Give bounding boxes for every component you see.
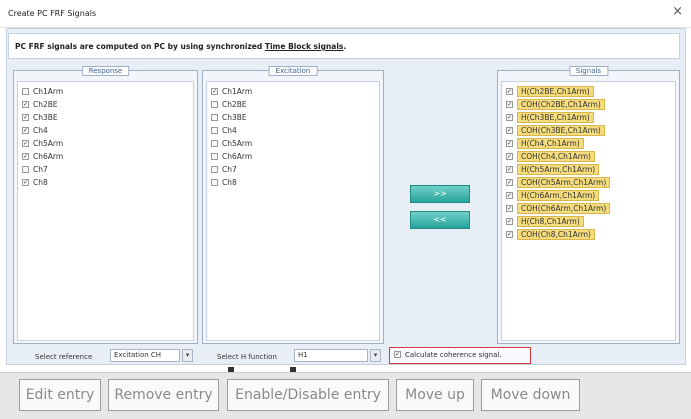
checkbox-checked[interactable]: ✓ [506,218,513,225]
checkbox-unchecked[interactable] [211,114,218,121]
remove-signals-button[interactable]: << [410,211,470,229]
info-text-post: . [343,42,347,51]
remove-entry-button[interactable]: Remove entry [108,379,219,411]
checkbox-checked[interactable]: ✓ [22,127,29,134]
list-item[interactable]: ✓ Ch6Arm [22,151,63,162]
checkbox-checked[interactable]: ✓ [211,88,218,95]
move-down-button[interactable]: Move down [481,379,580,411]
checkbox-unchecked[interactable] [211,127,218,134]
list-item[interactable]: ✓ Ch4 [22,125,48,136]
list-item[interactable]: ✓ Ch1Arm [211,86,252,97]
list-item[interactable]: ✓ COH(Ch6Arm,Ch1Arm) [506,203,611,214]
checkbox-unchecked[interactable] [22,166,29,173]
close-icon[interactable]: × [672,5,683,19]
signals-legend: Signals [568,66,609,76]
checkbox-checked[interactable]: ✓ [506,88,513,95]
list-item[interactable]: Ch2BE [211,99,247,110]
list-item[interactable]: Ch7 [22,164,48,175]
add-signals-button[interactable]: >> [410,185,470,203]
signals-list[interactable]: ✓ H(Ch2BE,Ch1Arm) ✓ COH(Ch2BE,Ch1Arm) ✓ H(C… [501,81,676,341]
time-block-link[interactable]: Time Block signals [265,42,344,51]
list-item[interactable]: ✓ H(Ch4,Ch1Arm) [506,138,584,149]
list-item[interactable]: ✓ COH(Ch5Arm,Ch1Arm) [506,177,611,188]
checkbox-unchecked[interactable] [211,140,218,147]
h-function-label: Select H function [217,353,277,361]
title-bar: Create PC FRF Signals × [0,0,691,28]
list-item[interactable]: ✓ H(Ch5Arm,Ch1Arm) [506,164,600,175]
excitation-legend: Excitation [268,66,318,76]
info-text-pre: PC FRF signals are computed on PC by usi… [15,42,265,51]
window-title: Create PC FRF Signals [8,9,97,18]
checkbox-checked[interactable]: ✓ [506,231,513,238]
bottom-toolbar: Edit entry Remove entry Enable/Disable e… [0,372,691,419]
checkbox-unchecked[interactable] [22,88,29,95]
excitation-group: Excitation ✓ Ch1Arm Ch2BE Ch3BE Ch4 Ch5Ar… [202,66,384,344]
checkbox-checked[interactable]: ✓ [22,114,29,121]
checkbox-checked[interactable]: ✓ [506,192,513,199]
checkbox-checked[interactable]: ✓ [22,153,29,160]
list-item[interactable]: Ch5Arm [211,138,252,149]
edit-entry-button[interactable]: Edit entry [19,379,101,411]
list-item[interactable]: Ch6Arm [211,151,252,162]
list-item[interactable]: ✓ COH(Ch2BE,Ch1Arm) [506,99,605,110]
reference-label: Select reference [35,353,93,361]
checkbox-checked[interactable]: ✓ [506,153,513,160]
list-item[interactable]: ✓ Ch5Arm [22,138,63,149]
list-item[interactable]: Ch4 [211,125,237,136]
list-item[interactable]: Ch3BE [211,112,247,123]
list-item[interactable]: Ch7 [211,164,237,175]
list-item[interactable]: ✓ COH(Ch4,Ch1Arm) [506,151,595,162]
info-text: PC FRF signals are computed on PC by usi… [15,42,346,51]
response-legend: Response [81,66,130,76]
chevron-down-icon[interactable]: ▾ [370,349,381,362]
checkbox-unchecked[interactable] [211,153,218,160]
list-item[interactable]: Ch8 [211,177,237,188]
checkbox-checked[interactable]: ✓ [22,140,29,147]
checkbox-checked[interactable]: ✓ [506,127,513,134]
reference-select[interactable]: Excitation CH [110,349,180,362]
list-item[interactable]: ✓ H(Ch8,Ch1Arm) [506,216,584,227]
list-item[interactable]: Ch1Arm [22,86,63,97]
checkbox-checked[interactable]: ✓ [506,205,513,212]
list-item[interactable]: ✓ Ch8 [22,177,48,188]
list-item[interactable]: ✓ COH(Ch3BE,Ch1Arm) [506,125,605,136]
checkbox-unchecked[interactable] [211,166,218,173]
checkbox-checked[interactable]: ✓ [506,114,513,121]
checkbox-checked[interactable]: ✓ [506,140,513,147]
excitation-list[interactable]: ✓ Ch1Arm Ch2BE Ch3BE Ch4 Ch5Arm Ch6Arm Ch… [206,81,380,341]
list-item[interactable]: ✓ Ch3BE [22,112,58,123]
checkbox-unchecked[interactable] [211,101,218,108]
coherence-label: Calculate coherence signal. [405,351,502,359]
list-item[interactable]: ✓ Ch2BE [22,99,58,110]
info-banner: PC FRF signals are computed on PC by usi… [8,33,680,59]
checkbox-checked[interactable]: ✓ [22,101,29,108]
checkbox-checked[interactable]: ✓ [506,101,513,108]
list-item[interactable]: ✓ H(Ch3BE,Ch1Arm) [506,112,594,123]
h-function-select[interactable]: H1 [294,349,368,362]
checkbox-checked[interactable]: ✓ [506,166,513,173]
list-item[interactable]: ✓ H(Ch6Arm,Ch1Arm) [506,190,600,201]
enable-disable-entry-button[interactable]: Enable/Disable entry [227,379,389,411]
checkbox-checked[interactable]: ✓ [22,179,29,186]
response-list[interactable]: Ch1Arm ✓ Ch2BE ✓ Ch3BE ✓ Ch4 ✓ Ch5Arm ✓ Ch6Ar… [17,81,194,341]
response-group: Response Ch1Arm ✓ Ch2BE ✓ Ch3BE ✓ Ch4 ✓ Ch5A… [13,66,198,344]
list-item[interactable]: ✓ COH(Ch8,Ch1Arm) [506,229,595,240]
coherence-option[interactable]: ✓ Calculate coherence signal. [389,347,531,364]
checkbox-checked[interactable]: ✓ [506,179,513,186]
list-item[interactable]: ✓ H(Ch2BE,Ch1Arm) [506,86,594,97]
chevron-down-icon[interactable]: ▾ [182,349,193,362]
move-up-button[interactable]: Move up [396,379,474,411]
checkbox-checked[interactable]: ✓ [394,351,401,358]
signals-group: Signals ✓ H(Ch2BE,Ch1Arm) ✓ COH(Ch2BE,Ch1A… [497,66,680,344]
checkbox-unchecked[interactable] [211,179,218,186]
